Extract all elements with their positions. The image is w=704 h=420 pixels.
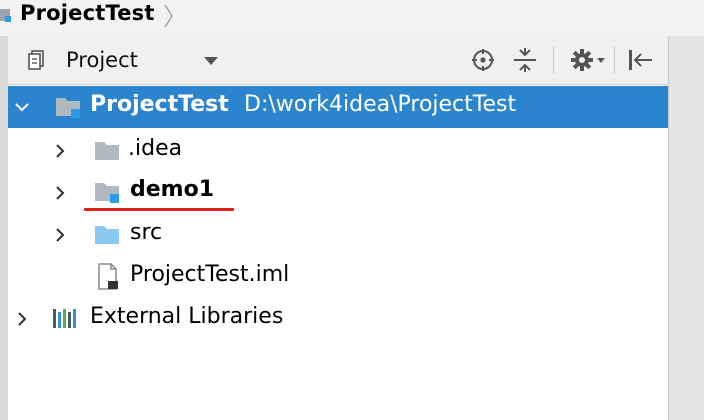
tree-item-label: .idea <box>128 136 183 161</box>
breadcrumb-project[interactable]: ProjectTest <box>20 1 155 25</box>
dropdown-arrow-icon[interactable] <box>204 57 218 65</box>
project-folder-icon <box>0 9 11 22</box>
tree-item-label: src <box>130 220 163 245</box>
tree-item-label: demo1 <box>130 177 215 202</box>
toolbar-divider <box>553 46 554 74</box>
toolbar-divider <box>614 46 615 74</box>
source-folder-icon <box>95 226 119 244</box>
project-root-path: D:\work4idea\ProjectTest <box>244 92 517 117</box>
project-tool-window: Project ProjectTest D:\work4idea\Project… <box>8 36 668 420</box>
gear-icon[interactable] <box>568 46 610 74</box>
tree-row-project-root[interactable]: ProjectTest D:\work4idea\ProjectTest <box>8 86 668 128</box>
tree-item-label: ProjectTest.iml <box>130 262 290 287</box>
collapse-all-icon[interactable] <box>511 46 539 74</box>
module-folder-icon <box>56 98 80 118</box>
tree-row-iml[interactable]: ProjectTest.iml <box>8 256 668 298</box>
project-toolbar: Project <box>8 36 668 85</box>
library-icon <box>53 309 76 328</box>
tree-row-idea[interactable]: .idea <box>8 130 668 172</box>
hide-panel-icon[interactable] <box>626 46 654 74</box>
annotation-underline <box>84 208 234 211</box>
chevron-right-icon[interactable] <box>52 185 68 201</box>
chevron-right-icon[interactable] <box>14 311 30 327</box>
project-view-icon <box>28 50 44 70</box>
chevron-right-icon[interactable] <box>52 143 68 159</box>
tree-row-external-libraries[interactable]: External Libraries <box>8 298 668 340</box>
view-selector-label[interactable]: Project <box>66 48 138 72</box>
chevron-down-icon[interactable] <box>14 99 30 115</box>
module-folder-icon <box>95 183 119 203</box>
breadcrumb-separator-icon <box>164 4 173 28</box>
tree-item-label: External Libraries <box>90 304 284 329</box>
locate-icon[interactable] <box>469 46 497 74</box>
left-tool-strip <box>0 36 8 420</box>
tree-row-src[interactable]: src <box>8 214 668 256</box>
iml-file-icon <box>98 263 118 290</box>
navigation-bar: ProjectTest <box>0 0 704 37</box>
folder-icon <box>95 142 119 160</box>
chevron-right-icon[interactable] <box>52 227 68 243</box>
editor-area <box>668 36 704 420</box>
project-root-name: ProjectTest <box>90 92 229 117</box>
